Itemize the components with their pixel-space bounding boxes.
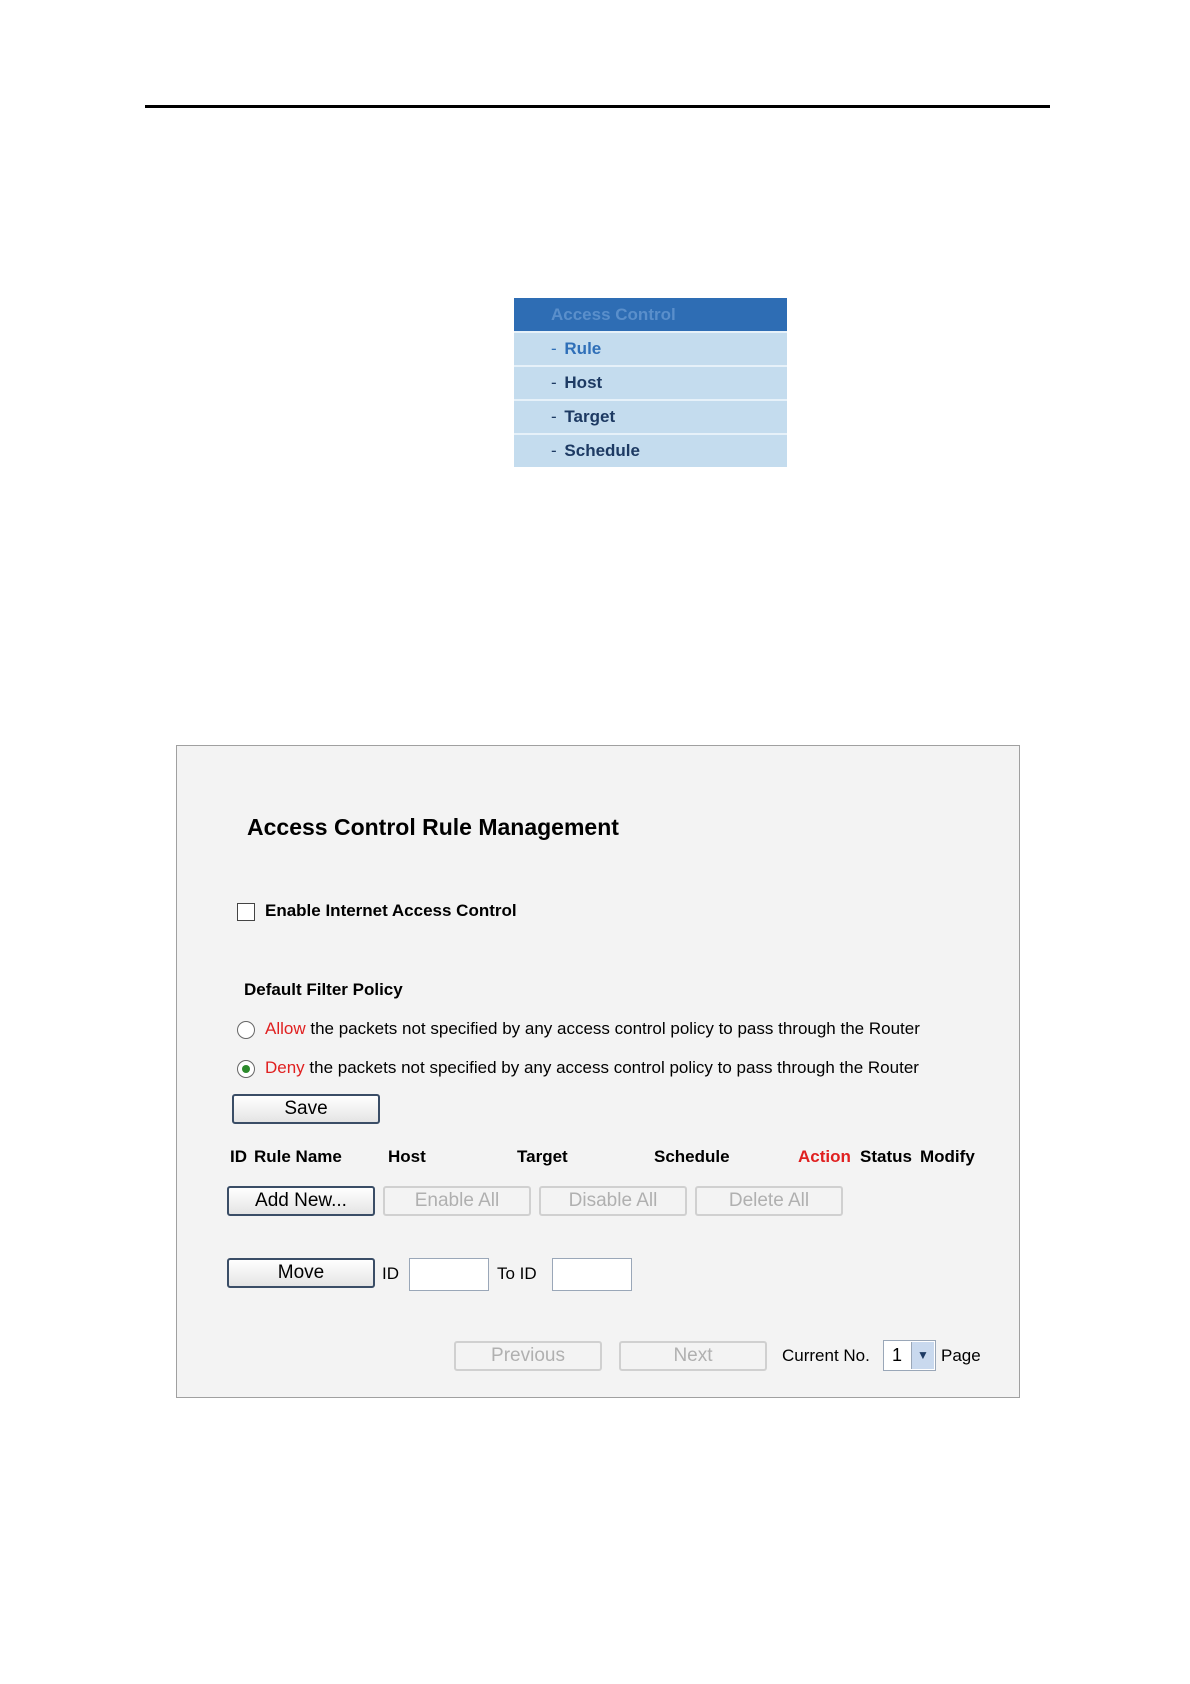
menu-header[interactable]: Access Control [514, 298, 787, 331]
allow-radio[interactable] [237, 1021, 255, 1039]
disable-all-button[interactable]: Disable All [539, 1186, 687, 1216]
rule-management-panel: Access Control Rule Management Enable In… [176, 745, 1020, 1398]
menu-item-target[interactable]: - Target [514, 399, 787, 433]
delete-all-button[interactable]: Delete All [695, 1186, 843, 1216]
menu-item-rule[interactable]: - Rule [514, 331, 787, 365]
chevron-down-icon[interactable]: ▼ [911, 1342, 934, 1369]
col-rule-name: Rule Name [254, 1147, 342, 1166]
next-button[interactable]: Next [619, 1341, 767, 1371]
col-host: Host [388, 1147, 426, 1166]
page-select[interactable]: 1 ▼ [883, 1340, 936, 1371]
deny-word: Deny [265, 1058, 305, 1077]
col-id: ID [230, 1147, 247, 1166]
deny-radio[interactable] [237, 1060, 255, 1078]
col-schedule: Schedule [654, 1147, 730, 1166]
menu-item-label: Target [564, 407, 616, 426]
page-select-value: 1 [892, 1345, 903, 1365]
page-title: Access Control Rule Management [247, 814, 619, 840]
save-button[interactable]: Save [232, 1094, 380, 1124]
menu-dash: - [551, 441, 557, 460]
menu-dash: - [551, 407, 557, 426]
move-id-input[interactable] [409, 1258, 489, 1291]
menu-item-schedule[interactable]: - Schedule [514, 433, 787, 467]
deny-description: the packets not specified by any access … [309, 1058, 919, 1077]
page-label: Page [941, 1346, 981, 1365]
move-id-label: ID [382, 1264, 399, 1283]
top-rule [145, 105, 1050, 108]
allow-word: Allow [265, 1019, 306, 1038]
deny-policy-text: Deny the packets not specified by any ac… [265, 1058, 919, 1078]
enable-all-button[interactable]: Enable All [383, 1186, 531, 1216]
menu-item-label: Host [564, 373, 603, 392]
move-to-id-label: To ID [497, 1264, 537, 1283]
enable-access-control-label: Enable Internet Access Control [265, 901, 517, 920]
current-no-label: Current No. [782, 1346, 870, 1365]
menu-item-host[interactable]: - Host [514, 365, 787, 399]
col-target: Target [517, 1147, 568, 1166]
policy-heading: Default Filter Policy [244, 980, 403, 999]
enable-access-control-checkbox[interactable] [237, 903, 255, 921]
col-status: Status [860, 1147, 912, 1166]
move-to-id-input[interactable] [552, 1258, 632, 1291]
menu-dash: - [551, 339, 557, 358]
menu-item-label: Schedule [564, 441, 640, 460]
menu-item-label: Rule [564, 339, 602, 358]
col-modify: Modify [920, 1147, 975, 1166]
previous-button[interactable]: Previous [454, 1341, 602, 1371]
allow-description: the packets not specified by any access … [310, 1019, 920, 1038]
add-new-button[interactable]: Add New... [227, 1186, 375, 1216]
move-button[interactable]: Move [227, 1258, 375, 1288]
menu-dash: - [551, 373, 557, 392]
col-action: Action [798, 1147, 851, 1166]
access-control-menu: Access Control - Rule - Host - Target - … [514, 298, 787, 467]
allow-policy-text: Allow the packets not specified by any a… [265, 1019, 920, 1039]
